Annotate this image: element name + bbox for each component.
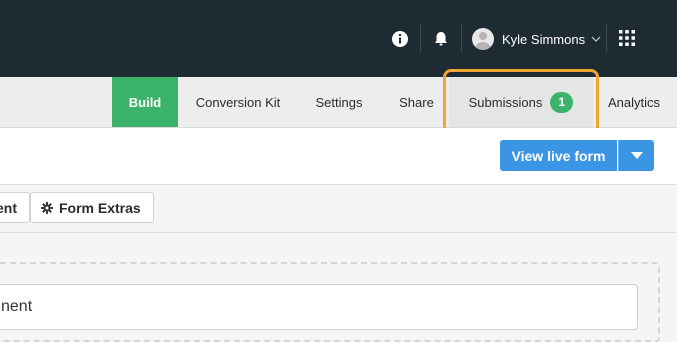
- tab-label: Submissions: [468, 94, 543, 110]
- apps-grid-icon[interactable]: [617, 28, 637, 48]
- caret-down-icon: [630, 147, 643, 165]
- gear-icon: [41, 201, 53, 214]
- tab-label: Share: [399, 94, 434, 110]
- view-live-form-button[interactable]: View live form: [500, 140, 617, 171]
- tab-share[interactable]: Share: [389, 77, 444, 127]
- tab-submissions[interactable]: Submissions 1: [449, 77, 593, 127]
- tab-analytics[interactable]: Analytics: [600, 77, 677, 127]
- chevron-down-icon: [591, 33, 603, 45]
- view-live-form-dropdown[interactable]: [618, 140, 654, 171]
- divider: [461, 24, 462, 52]
- avatar: [472, 28, 494, 50]
- nav-bar: Build Conversion Kit Settings Share Subm…: [0, 77, 677, 128]
- tab-settings[interactable]: Settings: [305, 77, 373, 127]
- tab-label: Build: [128, 94, 162, 110]
- subtab-label: ent: [0, 199, 17, 216]
- submissions-count-badge: 1: [550, 91, 574, 113]
- user-name: Kyle Simmons: [502, 31, 586, 47]
- form-field[interactable]: nent: [0, 284, 638, 330]
- tab-label: Conversion Kit: [195, 94, 281, 110]
- field-label: nent: [1, 298, 33, 315]
- tab-label: Analytics: [608, 94, 661, 110]
- user-menu[interactable]: Kyle Simmons: [472, 26, 603, 52]
- tab-conversion-kit[interactable]: Conversion Kit: [185, 77, 291, 127]
- bell-icon[interactable]: [430, 28, 452, 50]
- tab-build[interactable]: Build: [112, 77, 178, 127]
- divider: [420, 24, 421, 52]
- info-icon[interactable]: [389, 28, 411, 50]
- form-extras-label: Form Extras: [59, 199, 141, 216]
- tab-label: Settings: [315, 94, 363, 110]
- form-extras-tab[interactable]: Form Extras: [30, 192, 154, 223]
- divider: [606, 24, 607, 52]
- subtab-partial[interactable]: ent: [0, 192, 30, 223]
